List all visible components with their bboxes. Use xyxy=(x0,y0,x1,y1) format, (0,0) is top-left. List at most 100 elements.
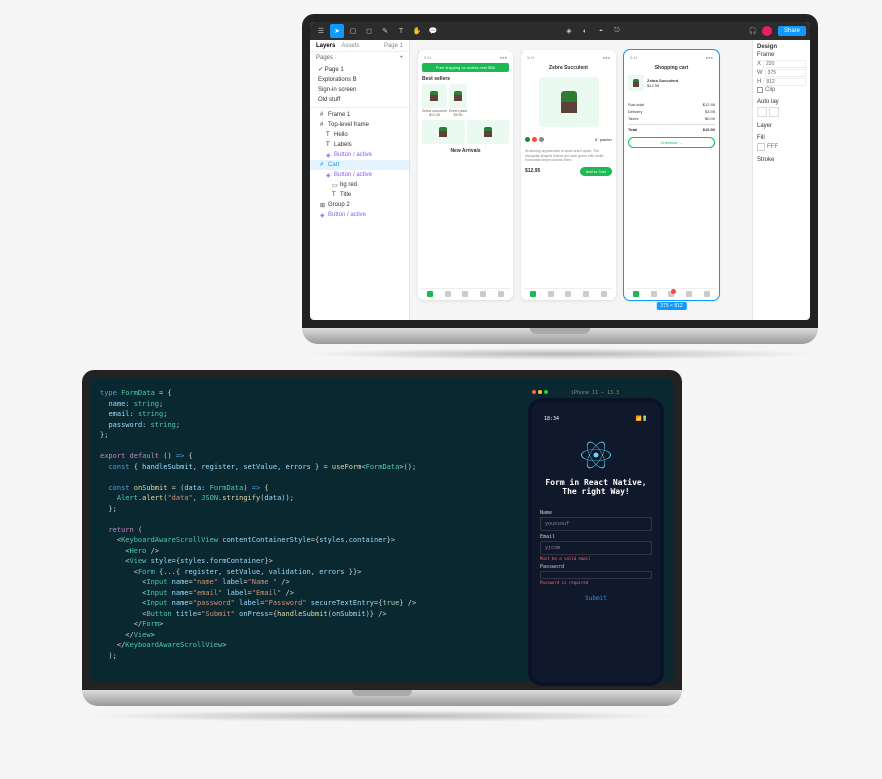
signal-icon: 📶🔋 xyxy=(636,416,648,422)
simulator: iPhone 11 — 13.3 18:34 📶🔋 Form in Re xyxy=(528,388,664,672)
tab-bar xyxy=(524,288,613,297)
tab-assets[interactable]: Assets xyxy=(341,43,359,49)
profile-icon[interactable] xyxy=(498,291,504,297)
layer-item-selected[interactable]: #Cart xyxy=(310,160,409,170)
email-input[interactable]: yjcom xyxy=(540,541,652,555)
page-item[interactable]: Explorations B xyxy=(310,75,409,85)
layers-panel: Layers Assets Page 1 Pages + Page 1 Expl… xyxy=(310,40,410,320)
fav-icon[interactable] xyxy=(583,291,589,297)
w-input[interactable]: 375 xyxy=(765,69,806,77)
laptop-base xyxy=(82,690,682,706)
text-tool-icon[interactable]: T xyxy=(394,24,408,38)
fill-swatch[interactable] xyxy=(757,143,765,151)
search-icon[interactable] xyxy=(651,291,657,297)
headphones-icon[interactable]: 🎧 xyxy=(746,24,760,38)
code-pane[interactable]: type FormData = { name: string; email: s… xyxy=(100,388,518,672)
badge xyxy=(671,289,676,294)
pen-tool-icon[interactable]: ✎ xyxy=(378,24,392,38)
swatch[interactable] xyxy=(532,137,537,142)
component-icon[interactable]: ◈ xyxy=(562,24,576,38)
hero-title: Form in React Native, The right Way! xyxy=(540,478,652,496)
link-icon[interactable]: ⎋ xyxy=(610,24,624,38)
section-title: Best sellers xyxy=(422,76,509,82)
cart-icon[interactable] xyxy=(565,291,571,297)
move-tool-icon[interactable]: ➤ xyxy=(330,24,344,38)
user-avatar[interactable] xyxy=(762,26,772,36)
layer-item[interactable]: THello xyxy=(310,130,409,140)
product-card[interactable] xyxy=(449,84,467,108)
product-card[interactable] xyxy=(422,120,465,144)
design-tab[interactable]: Design xyxy=(757,44,806,50)
cart-icon[interactable] xyxy=(668,291,674,297)
cart-title: Shopping cart xyxy=(628,65,715,71)
autolayout-h-icon[interactable] xyxy=(769,107,779,117)
figma-laptop: ☰ ➤ ▢ ◻ ✎ T ✋ 💬 ◈ ◐ ◓ ⎋ 🎧 Share xyxy=(302,14,818,360)
rect-icon: ▭ xyxy=(332,182,338,188)
layer-item[interactable]: TTitle xyxy=(310,190,409,200)
checkout-button[interactable]: Checkout → xyxy=(628,137,715,148)
menu-icon[interactable]: ☰ xyxy=(314,24,328,38)
name-input[interactable]: youssouf xyxy=(540,517,652,531)
component-icon: ◈ xyxy=(326,172,332,178)
share-button[interactable]: Share xyxy=(778,26,806,36)
artboard-cart[interactable]: 9:41●●● Shopping cart Zebra Succulent $1… xyxy=(624,50,719,300)
name-field: Name youssouf xyxy=(540,510,652,531)
home-icon[interactable] xyxy=(427,291,433,297)
frame-tool-icon[interactable]: ▢ xyxy=(346,24,360,38)
layer-item[interactable]: #Top-level frame xyxy=(310,120,409,130)
canvas[interactable]: Home 9:41●●● Free shipping on orders ove… xyxy=(410,40,752,320)
profile-icon[interactable] xyxy=(704,291,710,297)
cart-icon[interactable] xyxy=(462,291,468,297)
boolean-icon[interactable]: ◓ xyxy=(594,24,608,38)
product-title: Zebra Succulent xyxy=(525,65,612,71)
simulator-titlebar: iPhone 11 — 13.3 xyxy=(528,388,664,398)
layer-item[interactable]: ◈Button / active xyxy=(310,150,409,160)
password-field: Password Password is required xyxy=(540,564,652,585)
swatch[interactable] xyxy=(539,137,544,142)
product-card[interactable] xyxy=(422,84,447,108)
figma-toolbar: ☰ ➤ ▢ ◻ ✎ T ✋ 💬 ◈ ◐ ◓ ⎋ 🎧 Share xyxy=(310,22,810,40)
layer-item[interactable]: ◈Button / active xyxy=(310,170,409,180)
tab-layers[interactable]: Layers xyxy=(316,43,335,49)
password-input[interactable] xyxy=(540,571,652,579)
layer-item[interactable]: ⊞Group 2 xyxy=(310,200,409,210)
swatch[interactable] xyxy=(525,137,530,142)
clip-checkbox[interactable] xyxy=(757,87,763,93)
layer-item[interactable]: TLabels xyxy=(310,140,409,150)
artboard-home[interactable]: 9:41●●● Free shipping on orders over $50… xyxy=(418,50,513,300)
submit-button[interactable]: Submit xyxy=(540,595,652,602)
fav-icon[interactable] xyxy=(686,291,692,297)
tab-bar xyxy=(627,288,716,297)
email-error: Must be a valid email xyxy=(540,556,652,561)
search-icon[interactable] xyxy=(445,291,451,297)
page-item[interactable]: Page 1 xyxy=(310,64,409,75)
product-description: Its striking appearance is what sets it … xyxy=(525,149,612,163)
component-icon: ◈ xyxy=(320,212,326,218)
frame-icon: # xyxy=(320,122,326,128)
product-image xyxy=(539,77,599,127)
page-item[interactable]: Old stuff xyxy=(310,95,409,105)
fav-icon[interactable] xyxy=(480,291,486,297)
password-error: Password is required xyxy=(540,580,652,585)
mask-icon[interactable]: ◐ xyxy=(578,24,592,38)
autolayout-v-icon[interactable] xyxy=(757,107,767,117)
h-input[interactable]: 812 xyxy=(763,78,806,86)
layer-item[interactable]: ▭bg red xyxy=(310,180,409,190)
add-to-cart-button[interactable]: Add to Cart xyxy=(580,167,612,176)
tab-page[interactable]: Page 1 xyxy=(384,43,403,49)
layer-item[interactable]: ◈Button / active xyxy=(310,210,409,220)
home-icon[interactable] xyxy=(633,291,639,297)
search-icon[interactable] xyxy=(548,291,554,297)
artboard-product[interactable]: 9:41●●● Zebra Succulent 6" planter xyxy=(521,50,616,300)
add-page-icon[interactable]: + xyxy=(399,55,403,61)
product-card[interactable] xyxy=(467,120,510,144)
page-item[interactable]: Sign-in screen xyxy=(310,85,409,95)
hand-tool-icon[interactable]: ✋ xyxy=(410,24,424,38)
home-icon[interactable] xyxy=(530,291,536,297)
layer-item[interactable]: #Frame 1 xyxy=(310,110,409,120)
x-input[interactable]: 220 xyxy=(763,60,806,68)
comment-tool-icon[interactable]: 💬 xyxy=(426,24,440,38)
email-field: Email yjcom Must be a valid email xyxy=(540,534,652,561)
profile-icon[interactable] xyxy=(601,291,607,297)
shape-tool-icon[interactable]: ◻ xyxy=(362,24,376,38)
